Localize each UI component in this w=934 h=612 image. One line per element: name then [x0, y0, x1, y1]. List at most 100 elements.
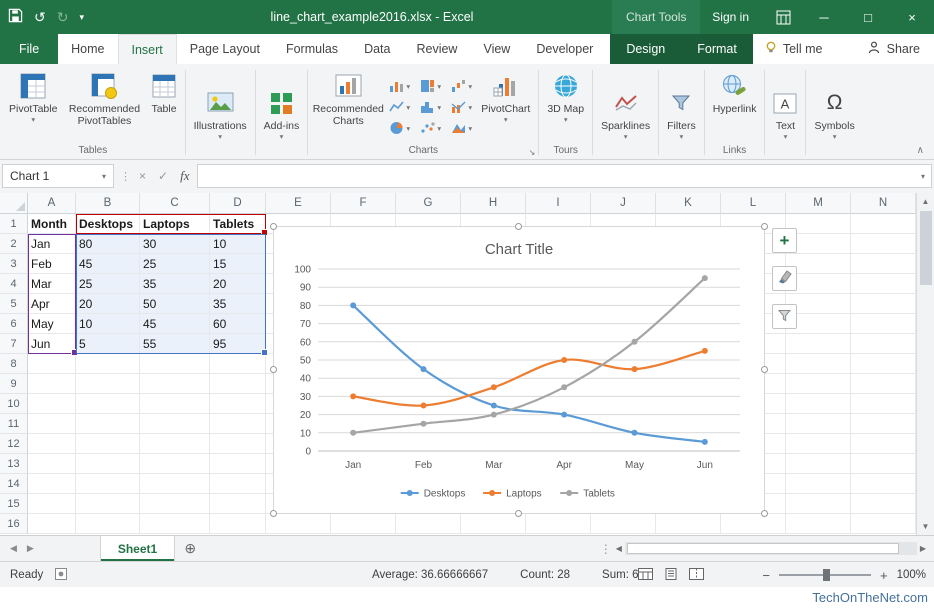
cell-D5[interactable]: 35	[210, 294, 266, 314]
next-sheet-icon[interactable]: ▶	[27, 543, 34, 554]
cell-N10[interactable]	[851, 394, 916, 414]
tab-formulas[interactable]: Formulas	[273, 34, 351, 64]
chart-resize-handle[interactable]	[515, 223, 522, 230]
cancel-icon[interactable]: ×	[139, 169, 146, 183]
cell-N13[interactable]	[851, 454, 916, 474]
pivottable-button[interactable]: PivotTable ▾	[5, 68, 61, 144]
cell-M10[interactable]	[786, 394, 851, 414]
column-header-C[interactable]: C	[140, 193, 210, 214]
cell-B6[interactable]: 10	[76, 314, 140, 334]
cell-N3[interactable]	[851, 254, 916, 274]
row-header-13[interactable]: 13	[0, 454, 28, 474]
cell-A4[interactable]: Mar	[28, 274, 76, 294]
cell-C8[interactable]	[140, 354, 210, 374]
cell-C1[interactable]: Laptops	[140, 214, 210, 234]
cell-D12[interactable]	[210, 434, 266, 454]
vertical-scrollbar-thumb[interactable]	[920, 211, 932, 285]
row-header-11[interactable]: 11	[0, 414, 28, 434]
row-header-10[interactable]: 10	[0, 394, 28, 414]
column-header-G[interactable]: G	[396, 193, 461, 214]
chart-resize-handle[interactable]	[515, 510, 522, 517]
zoom-slider-thumb[interactable]	[823, 569, 830, 581]
cell-M13[interactable]	[786, 454, 851, 474]
chart-resize-handle[interactable]	[761, 510, 768, 517]
tab-developer[interactable]: Developer	[523, 34, 606, 64]
cell-E16[interactable]	[266, 514, 331, 534]
normal-view-icon[interactable]	[638, 568, 653, 583]
cell-A9[interactable]	[28, 374, 76, 394]
3d-map-button[interactable]: 3D Map ▾	[543, 68, 588, 144]
waterfall-chart-button[interactable]: ▾	[446, 76, 477, 97]
name-box[interactable]: Chart 1 ▾	[2, 164, 114, 188]
tab-design[interactable]: Design	[610, 34, 681, 64]
cell-A13[interactable]	[28, 454, 76, 474]
cell-N7[interactable]	[851, 334, 916, 354]
sign-in-button[interactable]: Sign in	[697, 0, 764, 34]
cell-B4[interactable]: 25	[76, 274, 140, 294]
scroll-down-icon[interactable]: ▼	[922, 518, 930, 535]
cell-D6[interactable]: 60	[210, 314, 266, 334]
cell-D16[interactable]	[210, 514, 266, 534]
cell-A10[interactable]	[28, 394, 76, 414]
cell-D7[interactable]: 95	[210, 334, 266, 354]
close-button[interactable]: ×	[890, 0, 934, 34]
row-header-2[interactable]: 2	[0, 234, 28, 254]
scroll-right-icon[interactable]: ▶	[920, 544, 926, 553]
cell-B9[interactable]	[76, 374, 140, 394]
column-header-D[interactable]: D	[210, 193, 266, 214]
zoom-slider[interactable]	[779, 574, 871, 576]
cell-N5[interactable]	[851, 294, 916, 314]
cell-N1[interactable]	[851, 214, 916, 234]
scroll-left-icon[interactable]: ◀	[616, 544, 622, 553]
cell-C6[interactable]: 45	[140, 314, 210, 334]
illustrations-button[interactable]: Illustrations ▾	[190, 68, 251, 159]
column-chart-button[interactable]: ▾	[384, 76, 415, 97]
cell-B16[interactable]	[76, 514, 140, 534]
tab-page-layout[interactable]: Page Layout	[177, 34, 273, 64]
cell-B2[interactable]: 80	[76, 234, 140, 254]
cell-M11[interactable]	[786, 414, 851, 434]
macro-record-icon[interactable]	[55, 568, 67, 583]
formula-input[interactable]: ▾	[197, 164, 932, 188]
cell-B11[interactable]	[76, 414, 140, 434]
cell-N16[interactable]	[851, 514, 916, 534]
cell-L16[interactable]	[721, 514, 786, 534]
cell-F16[interactable]	[331, 514, 396, 534]
share-button[interactable]: Share	[854, 34, 934, 64]
cell-B13[interactable]	[76, 454, 140, 474]
cell-C16[interactable]	[140, 514, 210, 534]
zoom-level[interactable]: 100%	[897, 569, 926, 581]
tab-insert[interactable]: Insert	[118, 34, 177, 64]
row-header-3[interactable]: 3	[0, 254, 28, 274]
cell-D14[interactable]	[210, 474, 266, 494]
cell-N4[interactable]	[851, 274, 916, 294]
row-header-12[interactable]: 12	[0, 434, 28, 454]
chart-filters-button[interactable]	[772, 304, 797, 329]
zoom-out-icon[interactable]: −	[762, 568, 770, 583]
row-header-4[interactable]: 4	[0, 274, 28, 294]
line-chart-button[interactable]: ▾	[384, 97, 415, 118]
column-header-H[interactable]: H	[461, 193, 526, 214]
column-header-F[interactable]: F	[331, 193, 396, 214]
collapse-ribbon-icon[interactable]: ∧	[917, 145, 924, 156]
chevron-down-icon[interactable]: ▾	[102, 172, 106, 181]
surface-chart-button[interactable]: ▾	[446, 118, 477, 139]
cell-A8[interactable]	[28, 354, 76, 374]
tab-data[interactable]: Data	[351, 34, 403, 64]
prev-sheet-icon[interactable]: ◀	[10, 543, 17, 554]
cell-A1[interactable]: Month	[28, 214, 76, 234]
cell-B10[interactable]	[76, 394, 140, 414]
addins-button[interactable]: Add-ins ▾	[260, 68, 304, 159]
text-button[interactable]: A Text ▾	[769, 68, 801, 159]
cell-N8[interactable]	[851, 354, 916, 374]
cell-N15[interactable]	[851, 494, 916, 514]
row-header-1[interactable]: 1	[0, 214, 28, 234]
cell-M16[interactable]	[786, 514, 851, 534]
insert-function-icon[interactable]: fx	[180, 168, 189, 184]
tab-file[interactable]: File	[0, 34, 58, 64]
row-header-8[interactable]: 8	[0, 354, 28, 374]
column-header-N[interactable]: N	[851, 193, 916, 214]
cell-K16[interactable]	[656, 514, 721, 534]
cell-C9[interactable]	[140, 374, 210, 394]
row-header-15[interactable]: 15	[0, 494, 28, 514]
